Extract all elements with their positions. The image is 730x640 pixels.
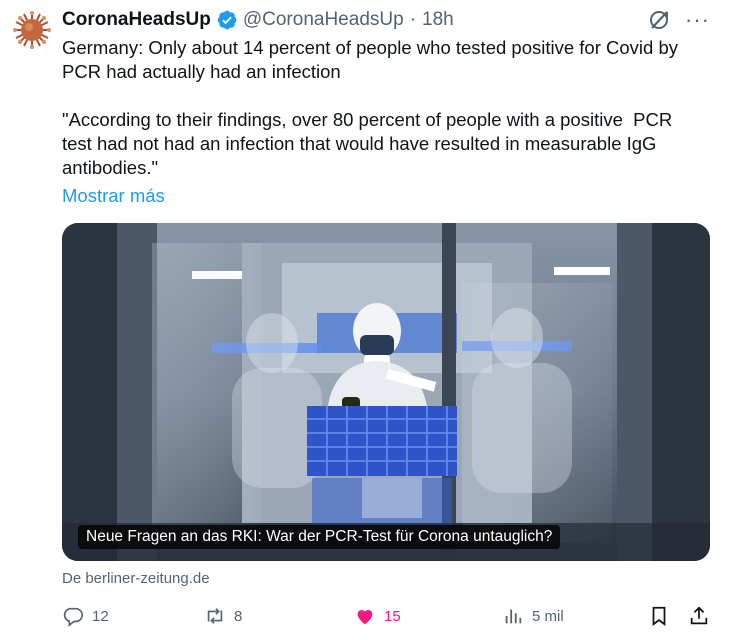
views-icon bbox=[505, 609, 522, 624]
bookmark-button[interactable] bbox=[648, 601, 670, 631]
card-source[interactable]: De berliner-zeitung.de bbox=[62, 570, 210, 587]
like-count: 15 bbox=[384, 607, 401, 625]
separator-dot: · bbox=[409, 9, 417, 30]
more-icon[interactable]: ··· bbox=[685, 9, 710, 31]
bookmark-icon bbox=[652, 606, 666, 626]
display-name[interactable]: CoronaHeadsUp bbox=[62, 9, 211, 31]
avatar[interactable] bbox=[12, 10, 52, 50]
grok-icon[interactable] bbox=[647, 8, 671, 32]
retweet-count: 8 bbox=[234, 607, 243, 625]
like-button[interactable]: 15 bbox=[354, 601, 401, 631]
retweet-icon bbox=[207, 608, 223, 624]
share-button[interactable] bbox=[688, 601, 710, 631]
views-count: 5 mil bbox=[532, 607, 564, 625]
verified-badge-icon bbox=[217, 10, 237, 30]
tweet-quote-line: test had not had an infection that would… bbox=[62, 133, 657, 154]
tweet-text-line: Germany: Only about 14 percent of people… bbox=[62, 37, 678, 58]
show-more-link[interactable]: Mostrar más bbox=[62, 185, 165, 207]
reply-count: 12 bbox=[92, 607, 109, 625]
reply-icon bbox=[63, 607, 83, 627]
reply-button[interactable]: 12 bbox=[62, 601, 109, 631]
retweet-button[interactable]: 8 bbox=[204, 601, 242, 631]
tweet-text: Germany: Only about 14 percent of people… bbox=[62, 36, 702, 180]
action-bar: 12 8 15 5 mil bbox=[62, 601, 712, 631]
views-button[interactable]: 5 mil bbox=[502, 601, 564, 631]
link-card[interactable]: Neue Fragen an das RKI: War der PCR-Test… bbox=[62, 223, 710, 561]
virus-avatar-icon bbox=[13, 11, 51, 49]
tweet-quote-line: antibodies." bbox=[62, 157, 159, 178]
handle[interactable]: @CoronaHeadsUp bbox=[243, 9, 404, 31]
tweet-quote-line: "According to their findings, over 80 pe… bbox=[62, 109, 673, 130]
card-caption: Neue Fragen an das RKI: War der PCR-Test… bbox=[78, 525, 561, 549]
share-icon bbox=[690, 606, 708, 625]
lab-photo-image bbox=[62, 223, 710, 561]
like-icon bbox=[357, 610, 373, 625]
tweet-header: CoronaHeadsUp @CoronaHeadsUp · 18h ··· bbox=[62, 8, 710, 32]
timestamp[interactable]: 18h bbox=[422, 9, 454, 31]
tweet-text-line: PCR had actually had an infection bbox=[62, 61, 341, 82]
